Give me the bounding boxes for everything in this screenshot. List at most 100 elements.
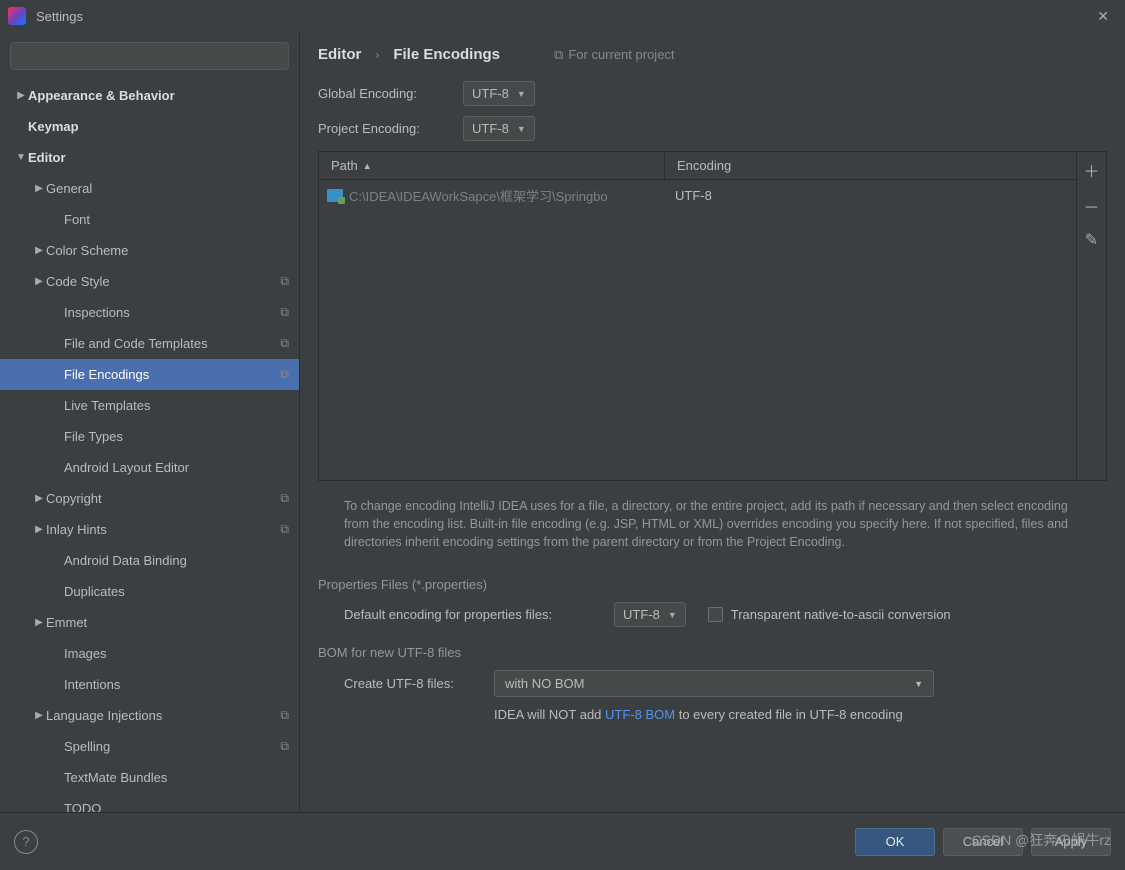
scope-icon: ⧉ — [280, 522, 289, 537]
tree-item-appearance-behavior[interactable]: ▶Appearance & Behavior — [0, 80, 299, 111]
tree-item-label: Android Layout Editor — [64, 460, 289, 475]
tree-item-inspections[interactable]: ▶Inspections⧉ — [0, 297, 299, 328]
scope-icon: ⧉ — [280, 305, 289, 320]
chevron-right-icon: ▶ — [32, 524, 46, 535]
tree-item-label: Font — [64, 212, 289, 227]
table-toolbar: ＋ － ✎ — [1076, 152, 1106, 480]
sort-asc-icon: ▲ — [363, 161, 372, 171]
path-cell: C:\IDEA\IDEAWorkSapce\框架学习\Springbo — [349, 186, 608, 205]
dialog-footer: ? OK Cancel Apply — [0, 812, 1125, 870]
main-panel: Editor › File Encodings ⧉ For current pr… — [300, 32, 1125, 812]
properties-section: Properties Files (*.properties) — [318, 577, 1107, 592]
chevron-down-icon: ▼ — [14, 152, 28, 163]
chevron-right-icon: ▶ — [32, 276, 46, 287]
tree-item-label: TODO — [64, 801, 289, 812]
close-button[interactable]: ✕ — [1089, 4, 1117, 29]
tree-item-general[interactable]: ▶General — [0, 173, 299, 204]
tree-item-label: Duplicates — [64, 584, 289, 599]
tree-item-label: File and Code Templates — [64, 336, 280, 351]
tree-item-label: Intentions — [64, 677, 289, 692]
global-encoding-label: Global Encoding: — [318, 86, 463, 101]
tree-item-editor[interactable]: ▼Editor — [0, 142, 299, 173]
encoding-table-wrap: Path ▲ Encoding C:\IDEA\IDEAWorkSapce\框架… — [318, 151, 1107, 481]
tree-item-label: Images — [64, 646, 289, 661]
breadcrumb-page: File Encodings — [393, 46, 500, 63]
tree-item-live-templates[interactable]: ▶Live Templates — [0, 390, 299, 421]
properties-encoding-combo[interactable]: UTF-8 ▼ — [614, 602, 686, 627]
tree-item-spelling[interactable]: ▶Spelling⧉ — [0, 731, 299, 762]
tree-item-label: File Encodings — [64, 367, 280, 382]
scope-icon: ⧉ — [280, 708, 289, 723]
tree-item-images[interactable]: ▶Images — [0, 638, 299, 669]
breadcrumb: Editor › File Encodings ⧉ For current pr… — [318, 46, 1107, 63]
tree-item-intentions[interactable]: ▶Intentions — [0, 669, 299, 700]
bom-select[interactable]: with NO BOM ▼ — [494, 670, 934, 697]
col-path[interactable]: Path ▲ — [319, 152, 665, 179]
chevron-down-icon: ▼ — [668, 610, 677, 620]
tree-item-label: Appearance & Behavior — [28, 88, 289, 103]
project-encoding-combo[interactable]: UTF-8 ▼ — [463, 116, 535, 141]
app-icon — [8, 7, 26, 25]
tree-item-label: Language Injections — [46, 708, 280, 723]
tree-item-language-injections[interactable]: ▶Language Injections⧉ — [0, 700, 299, 731]
tree-item-label: Spelling — [64, 739, 280, 754]
chevron-right-icon: ▶ — [32, 245, 46, 256]
tree-item-keymap[interactable]: ▶Keymap — [0, 111, 299, 142]
copy-icon: ⧉ — [554, 47, 563, 63]
chevron-right-icon: ▶ — [32, 183, 46, 194]
chevron-right-icon: ▶ — [32, 617, 46, 628]
breadcrumb-root[interactable]: Editor — [318, 46, 361, 63]
chevron-right-icon: › — [375, 48, 379, 62]
tree-item-file-types[interactable]: ▶File Types — [0, 421, 299, 452]
tree-item-android-data-binding[interactable]: ▶Android Data Binding — [0, 545, 299, 576]
help-button[interactable]: ? — [14, 830, 38, 854]
transparent-checkbox[interactable] — [708, 607, 723, 622]
tree-item-emmet[interactable]: ▶Emmet — [0, 607, 299, 638]
chevron-down-icon: ▼ — [914, 679, 923, 689]
chevron-right-icon: ▶ — [14, 90, 28, 101]
table-body[interactable]: C:\IDEA\IDEAWorkSapce\框架学习\Springbo UTF-… — [319, 180, 1076, 480]
tree-item-label: File Types — [64, 429, 289, 444]
tree-item-textmate-bundles[interactable]: ▶TextMate Bundles — [0, 762, 299, 793]
tree-item-copyright[interactable]: ▶Copyright⧉ — [0, 483, 299, 514]
tree-item-inlay-hints[interactable]: ▶Inlay Hints⧉ — [0, 514, 299, 545]
tree-item-android-layout-editor[interactable]: ▶Android Layout Editor — [0, 452, 299, 483]
tree-item-label: Inlay Hints — [46, 522, 280, 537]
encoding-cell[interactable]: UTF-8 — [665, 188, 1076, 203]
ok-button[interactable]: OK — [855, 828, 935, 856]
utf8-bom-link[interactable]: UTF-8 BOM — [605, 707, 675, 722]
tree-item-file-encodings[interactable]: ▶File Encodings⧉ — [0, 359, 299, 390]
table-row[interactable]: C:\IDEA\IDEAWorkSapce\框架学习\Springbo UTF-… — [319, 180, 1076, 210]
chevron-right-icon: ▶ — [32, 710, 46, 721]
project-encoding-label: Project Encoding: — [318, 121, 463, 136]
tree-item-todo[interactable]: ▶TODO — [0, 793, 299, 812]
add-button[interactable]: ＋ — [1083, 158, 1099, 182]
global-encoding-combo[interactable]: UTF-8 ▼ — [463, 81, 535, 106]
bom-hint: IDEA will NOT add UTF-8 BOM to every cre… — [318, 707, 1107, 722]
scope-label: ⧉ For current project — [554, 47, 675, 63]
tree-item-duplicates[interactable]: ▶Duplicates — [0, 576, 299, 607]
remove-button[interactable]: － — [1083, 194, 1099, 218]
scope-icon: ⧉ — [280, 491, 289, 506]
tree-item-label: Inspections — [64, 305, 280, 320]
apply-button[interactable]: Apply — [1031, 828, 1111, 856]
help-text: To change encoding IntelliJ IDEA uses fo… — [318, 481, 1107, 559]
tree-item-label: Emmet — [46, 615, 289, 630]
tree-item-font[interactable]: ▶Font — [0, 204, 299, 235]
tree-item-file-and-code-templates[interactable]: ▶File and Code Templates⧉ — [0, 328, 299, 359]
tree-item-label: Editor — [28, 150, 289, 165]
scope-icon: ⧉ — [280, 367, 289, 382]
window-title: Settings — [36, 9, 1089, 24]
tree-item-color-scheme[interactable]: ▶Color Scheme — [0, 235, 299, 266]
col-encoding[interactable]: Encoding — [665, 158, 1076, 173]
chevron-right-icon: ▶ — [32, 493, 46, 504]
chevron-down-icon: ▼ — [517, 124, 526, 134]
tree-item-label: Keymap — [28, 119, 289, 134]
sidebar: 🔍 ▶Appearance & Behavior▶Keymap▼Editor▶G… — [0, 32, 300, 812]
cancel-button[interactable]: Cancel — [943, 828, 1023, 856]
titlebar: Settings ✕ — [0, 0, 1125, 32]
search-input[interactable] — [10, 42, 289, 70]
tree-item-code-style[interactable]: ▶Code Style⧉ — [0, 266, 299, 297]
tree-item-label: TextMate Bundles — [64, 770, 289, 785]
edit-button[interactable]: ✎ — [1085, 230, 1098, 250]
